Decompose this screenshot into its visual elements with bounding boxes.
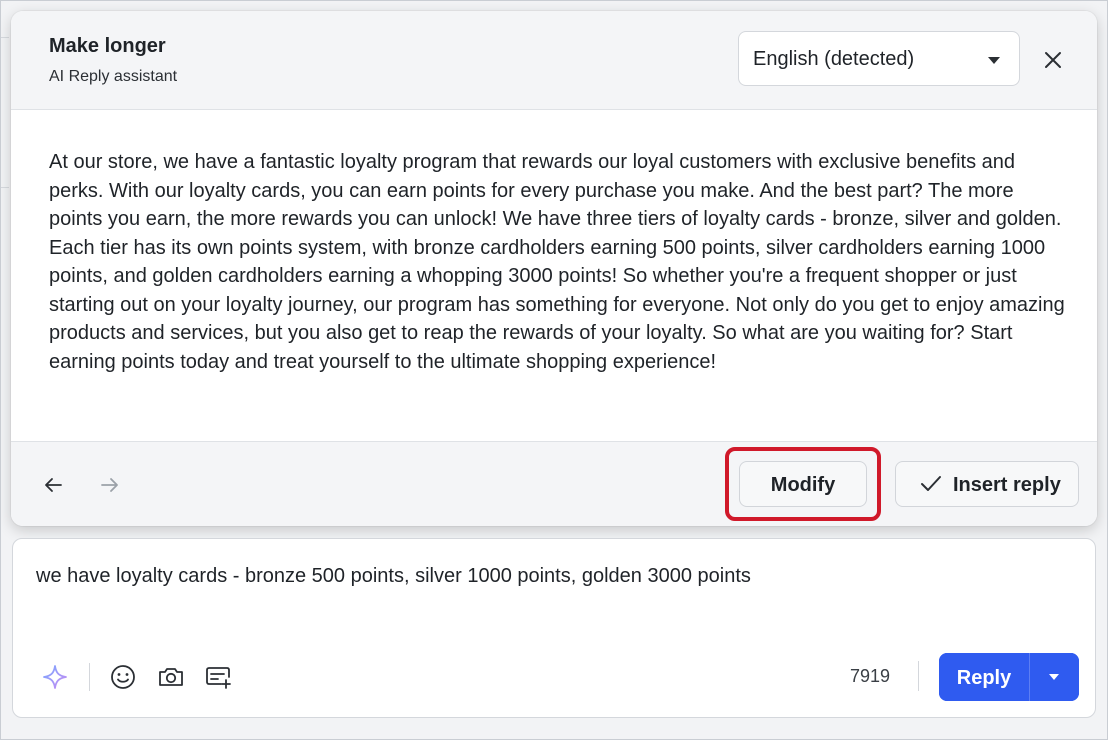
popup-body: At our store, we have a fantastic loyalt… [11, 110, 1097, 441]
emoji-icon [111, 665, 135, 689]
popup-header: Make longer AI Reply assistant English (… [11, 11, 1097, 110]
modify-button[interactable]: Modify [739, 461, 867, 507]
popup-title: Make longer [49, 35, 166, 57]
reply-options-button[interactable] [1030, 653, 1079, 701]
background-divider [1, 37, 9, 38]
toolbar-divider [89, 663, 90, 691]
close-icon [1045, 52, 1061, 68]
next-version-button[interactable] [99, 474, 121, 496]
close-button[interactable] [1041, 48, 1065, 72]
ai-assist-button[interactable] [41, 663, 69, 691]
reply-button[interactable]: Reply [939, 653, 1029, 701]
arrow-right-icon [101, 478, 118, 492]
sparkle-ai-icon [43, 665, 67, 689]
reply-composer: we have loyalty cards - bronze 500 point… [12, 538, 1096, 718]
chevron-down-icon [1049, 674, 1059, 680]
template-add-icon [206, 667, 231, 689]
checkmark-icon [921, 476, 941, 491]
emoji-button[interactable] [109, 663, 137, 691]
language-select[interactable]: English (detected) [738, 31, 1020, 86]
popup-footer: Modify Insert reply [11, 441, 1097, 526]
chevron-down-icon [988, 57, 1000, 64]
popup-subtitle: AI Reply assistant [49, 68, 178, 85]
app-frame: Make longer AI Reply assistant English (… [0, 0, 1108, 740]
generated-reply-text: At our store, we have a fantastic loyalt… [49, 151, 1065, 373]
language-select-value: English (detected) [753, 48, 915, 70]
camera-icon [159, 668, 183, 686]
reply-button-group: Reply [939, 653, 1079, 701]
character-count: 7919 [850, 666, 891, 686]
insert-reply-label: Insert reply [953, 474, 1061, 496]
toolbar-divider [918, 661, 919, 691]
attach-image-button[interactable] [157, 663, 185, 691]
background-divider [1, 187, 9, 188]
ai-reply-popup: Make longer AI Reply assistant English (… [11, 11, 1097, 526]
composer-input[interactable]: we have loyalty cards - bronze 500 point… [36, 565, 751, 588]
previous-version-button[interactable] [42, 474, 64, 496]
insert-reply-button[interactable]: Insert reply [895, 461, 1079, 507]
arrow-left-icon [45, 478, 62, 492]
insert-template-button[interactable] [204, 663, 232, 691]
